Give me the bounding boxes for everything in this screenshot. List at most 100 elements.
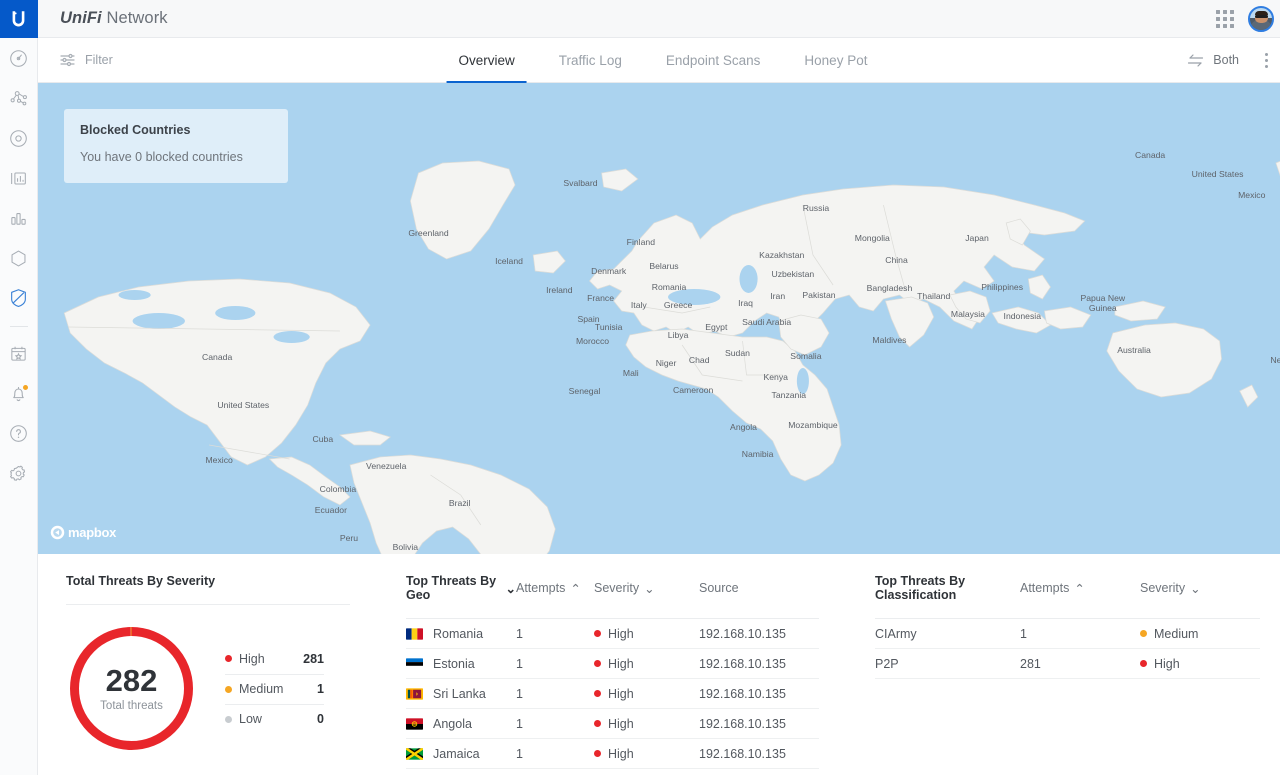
sidebar-item-topology[interactable]	[0, 78, 38, 118]
map-label: Russia	[803, 203, 830, 213]
gauge-icon	[10, 49, 27, 67]
legend-value-high: 281	[303, 651, 324, 666]
tab-list: Overview Traffic Log Endpoint Scans Hone…	[437, 38, 890, 83]
map-label: Peru	[340, 533, 358, 543]
map-label: Egypt	[705, 322, 728, 332]
map-label: Sudan	[725, 348, 750, 358]
app-title-unifi: UniFi	[60, 9, 102, 27]
map-label: Greece	[664, 300, 693, 310]
map-label: Canada	[1135, 150, 1165, 160]
class-name: CIArmy	[875, 626, 917, 641]
app-grid-icon[interactable]	[1216, 9, 1234, 28]
class-attempts: 1	[1020, 626, 1027, 641]
geo-col-severity[interactable]: Severity ⌄	[594, 581, 655, 596]
class-col-severity[interactable]: Severity ⌄	[1140, 581, 1201, 596]
map-label: Chad	[689, 355, 710, 365]
donut-total-caption: Total threats	[100, 700, 163, 713]
map-label: Iraq	[738, 298, 753, 308]
geo-col-source[interactable]: Source	[699, 581, 819, 595]
threat-map[interactable]: Svalbard Greenland Iceland Finland Russia Can…	[38, 83, 1280, 554]
table-row[interactable]: Angola 1 High 192.168.10.135	[406, 709, 819, 739]
map-label: Ecuador	[315, 505, 347, 515]
severity-dot	[594, 750, 601, 757]
avatar[interactable]	[1248, 5, 1274, 32]
geo-source: 192.168.10.135	[699, 626, 786, 641]
table-row[interactable]: Estonia 1 High 192.168.10.135	[406, 649, 819, 679]
alerts-badge-dot	[21, 384, 29, 391]
table-row[interactable]: CIArmy 1 Medium	[875, 619, 1260, 649]
classification-table-body: CIArmy 1 Medium P2P 281 High	[875, 619, 1260, 679]
map-label: Malaysia	[951, 309, 985, 319]
chevron-down-icon: ⌄	[1190, 581, 1201, 596]
sidebar-item-clients[interactable]	[0, 158, 38, 198]
severity-dot	[1140, 660, 1147, 667]
geo-country: Estonia	[433, 656, 475, 671]
chevron-down-icon: ⌄	[505, 581, 516, 596]
stats-panels: Total Threats By Severity 282 Total thre…	[38, 554, 1280, 775]
map-label: China	[885, 255, 908, 265]
filter-button[interactable]: Filter	[60, 53, 113, 67]
toolbar-right-controls: Both	[1187, 49, 1274, 72]
map-label: Australia	[1117, 345, 1151, 355]
direction-toggle[interactable]: Both	[1187, 53, 1239, 67]
main-area: UniFi Network Filter Overview Traffic Lo…	[38, 0, 1280, 775]
sidebar-item-insights[interactable]	[0, 333, 38, 373]
panel-total-threats-by-severity: Total Threats By Severity 282 Total thre…	[38, 574, 378, 775]
table-row[interactable]: Jamaica 1 High 192.168.10.135	[406, 739, 819, 769]
mapbox-attribution[interactable]: mapbox	[50, 525, 116, 540]
sidebar-item-help[interactable]	[0, 413, 38, 453]
sidebar-item-threat-management[interactable]	[0, 278, 38, 318]
legend-label-medium: Medium	[239, 682, 284, 696]
tab-overview[interactable]: Overview	[437, 38, 537, 83]
map-label: Belarus	[649, 261, 678, 271]
severity-dot	[594, 690, 601, 697]
table-row[interactable]: Sri Lanka 1 High 192.168.10.135	[406, 679, 819, 709]
table-row[interactable]: Romania 1 High 192.168.10.135	[406, 619, 819, 649]
map-label: Tanzania	[772, 390, 807, 400]
flag-angola	[406, 717, 423, 730]
map-label: Bangladesh	[867, 283, 913, 293]
map-label: Tunisia	[595, 322, 623, 332]
severity-divider	[66, 604, 350, 605]
geo-source: 192.168.10.135	[699, 716, 786, 731]
map-label: Mexico	[205, 455, 233, 465]
calendar-star-icon	[11, 346, 26, 361]
chevron-up-icon: ⌃	[1074, 581, 1085, 596]
map-label: Ne	[1270, 355, 1280, 365]
geo-source: 192.168.10.135	[699, 656, 786, 671]
tab-endpoint-scans[interactable]: Endpoint Scans	[644, 38, 783, 83]
sidebar-item-settings[interactable]	[0, 453, 38, 493]
legend-row-high: High 281	[225, 644, 324, 674]
kebab-menu-icon[interactable]	[1259, 49, 1274, 72]
sidebar-item-devices[interactable]	[0, 118, 38, 158]
ubiquiti-u-logo-icon	[12, 10, 25, 26]
circle-target-icon	[10, 129, 27, 147]
severity-dot	[1140, 630, 1147, 637]
geo-source: 192.168.10.135	[699, 686, 786, 701]
tab-honey-pot[interactable]: Honey Pot	[782, 38, 889, 83]
sidebar-item-alerts[interactable]	[0, 373, 38, 413]
map-label: United States	[217, 400, 269, 410]
map-label: Morocco	[576, 336, 609, 346]
geo-col-country[interactable]: Top Threats By Geo ⌄	[406, 574, 516, 602]
class-col-name[interactable]: Top Threats By Classification	[875, 574, 1020, 602]
app-title-network: Network	[106, 9, 168, 27]
class-col-attempts[interactable]: Attempts ⌃	[1020, 581, 1140, 596]
severity-donut-chart: 282 Total threats	[66, 623, 197, 754]
tab-traffic-log[interactable]: Traffic Log	[537, 38, 644, 83]
legend-value-medium: 1	[317, 682, 324, 696]
map-label: Somalia	[790, 351, 821, 361]
map-label: Cuba	[312, 434, 333, 444]
sidebar-item-dashboard[interactable]	[0, 38, 38, 78]
sidebar-item-hotspot[interactable]	[0, 238, 38, 278]
geo-attempts: 1	[516, 686, 523, 701]
geo-col-attempts[interactable]: Attempts ⌃	[516, 581, 594, 596]
question-circle-icon	[10, 424, 27, 442]
sidebar-divider	[9, 326, 28, 327]
ubiquiti-logo-button[interactable]	[0, 0, 38, 38]
severity-panel-title: Total Threats By Severity	[66, 574, 216, 588]
table-row[interactable]: P2P 281 High	[875, 649, 1260, 679]
sidebar-item-statistics[interactable]	[0, 198, 38, 238]
donut-center-text: 282 Total threats	[66, 623, 197, 754]
map-label: Finland	[627, 237, 656, 247]
